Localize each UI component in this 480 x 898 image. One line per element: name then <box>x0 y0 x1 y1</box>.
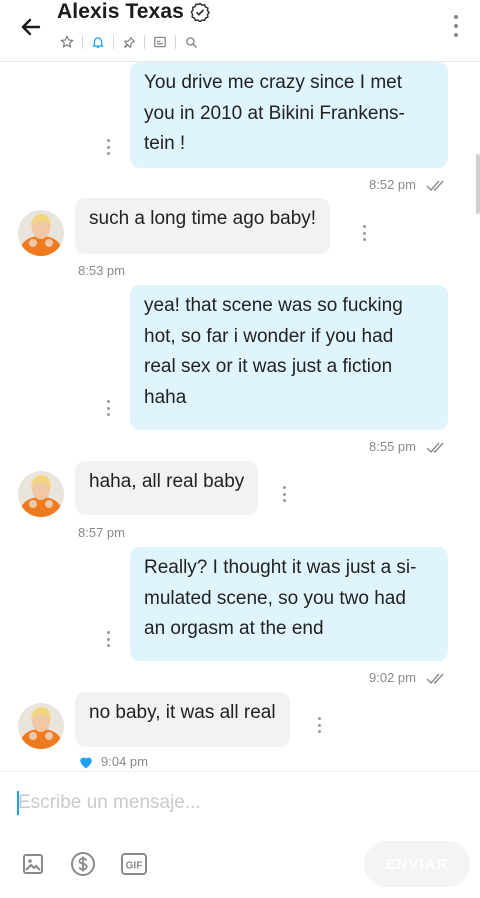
message-line: tein ! <box>144 133 186 154</box>
media-button[interactable] <box>145 32 175 52</box>
image-icon <box>23 854 43 874</box>
message-timestamp: 9:04 pm <box>78 754 148 769</box>
message-timestamp: 8:57 pm <box>78 525 125 540</box>
avatar[interactable] <box>18 703 64 749</box>
message-line: Really? I thought it was just a si- <box>144 557 417 578</box>
message-options-button[interactable] <box>107 139 111 155</box>
send-button[interactable]: ENVIAR <box>364 841 470 887</box>
send-tip-button[interactable] <box>69 850 97 878</box>
contact-name: Alexis Texas <box>57 0 184 23</box>
message-line: hot, so far i wonder if you had <box>144 325 394 347</box>
incoming-message[interactable]: haha, all real baby <box>75 461 259 515</box>
message-composer: GIF ENVIAR <box>0 771 480 898</box>
favorite-button[interactable] <box>52 32 82 52</box>
read-receipt-icon <box>426 673 444 684</box>
incoming-message[interactable]: no baby, it was all real <box>75 692 290 747</box>
avatar[interactable] <box>18 210 64 256</box>
dot <box>454 24 458 28</box>
contact-actions <box>52 32 206 52</box>
pin-button[interactable] <box>114 32 144 52</box>
message-options-button[interactable] <box>283 486 287 502</box>
message-options-button[interactable] <box>318 717 322 733</box>
message-options-button[interactable] <box>107 631 111 647</box>
verified-icon <box>190 2 210 22</box>
message-line: no baby, it was all real <box>89 702 276 723</box>
read-receipt-icon <box>426 442 444 453</box>
notifications-button[interactable] <box>83 32 113 52</box>
dollar-icon <box>71 852 95 876</box>
message-line: haha, all real baby <box>89 471 245 492</box>
message-timestamp: 9:02 pm <box>369 670 448 685</box>
outgoing-message[interactable]: Really? I thought it was just a si- mula… <box>130 547 448 661</box>
back-button[interactable] <box>14 10 48 44</box>
message-options-button[interactable] <box>107 400 111 416</box>
attach-image-button[interactable] <box>19 850 47 878</box>
gallery-icon <box>154 36 166 48</box>
message-input[interactable] <box>18 788 458 818</box>
chat-header: Alexis Texas <box>0 0 480 62</box>
pin-icon <box>123 36 135 48</box>
avatar[interactable] <box>18 471 64 517</box>
star-icon <box>60 35 74 49</box>
message-line: you in 2010 at Bikini Frankens- <box>144 102 405 124</box>
gif-button[interactable]: GIF <box>119 850 149 878</box>
message-line: You drive me crazy since I met <box>144 72 403 93</box>
message-line: such a long time ago baby! <box>89 208 317 229</box>
bell-icon <box>92 37 104 48</box>
gif-icon: GIF <box>121 853 147 875</box>
outgoing-message[interactable]: yea! that scene was so fucking hot, so f… <box>130 285 448 430</box>
more-options-button[interactable] <box>446 12 466 40</box>
heart-icon[interactable] <box>78 755 94 769</box>
message-line: real sex or it was just a fiction <box>144 356 393 377</box>
outgoing-message[interactable]: You drive me crazy since I met you in 20… <box>130 62 448 168</box>
dot <box>454 33 458 37</box>
contact-title[interactable]: Alexis Texas <box>57 0 210 24</box>
read-receipt-icon <box>426 180 444 191</box>
message-timestamp: 8:53 pm <box>78 263 125 278</box>
search-button[interactable] <box>176 32 206 52</box>
message-line: an orgasm at the end <box>144 618 324 639</box>
message-options-button[interactable] <box>363 225 367 241</box>
arrow-left-icon <box>21 18 41 36</box>
incoming-message[interactable]: such a long time ago baby! <box>75 198 331 254</box>
message-line: haha <box>144 386 187 408</box>
message-line: mulated scene, so you two had <box>144 587 406 609</box>
scrollbar[interactable] <box>476 154 480 214</box>
svg-text:GIF: GIF <box>126 861 143 872</box>
message-line: yea! that scene was so fucking <box>144 295 403 316</box>
text-caret <box>17 791 19 815</box>
dot <box>454 15 458 19</box>
message-timestamp: 8:52 pm <box>369 177 448 192</box>
message-timestamp: 8:55 pm <box>369 439 448 454</box>
search-icon <box>185 36 197 48</box>
